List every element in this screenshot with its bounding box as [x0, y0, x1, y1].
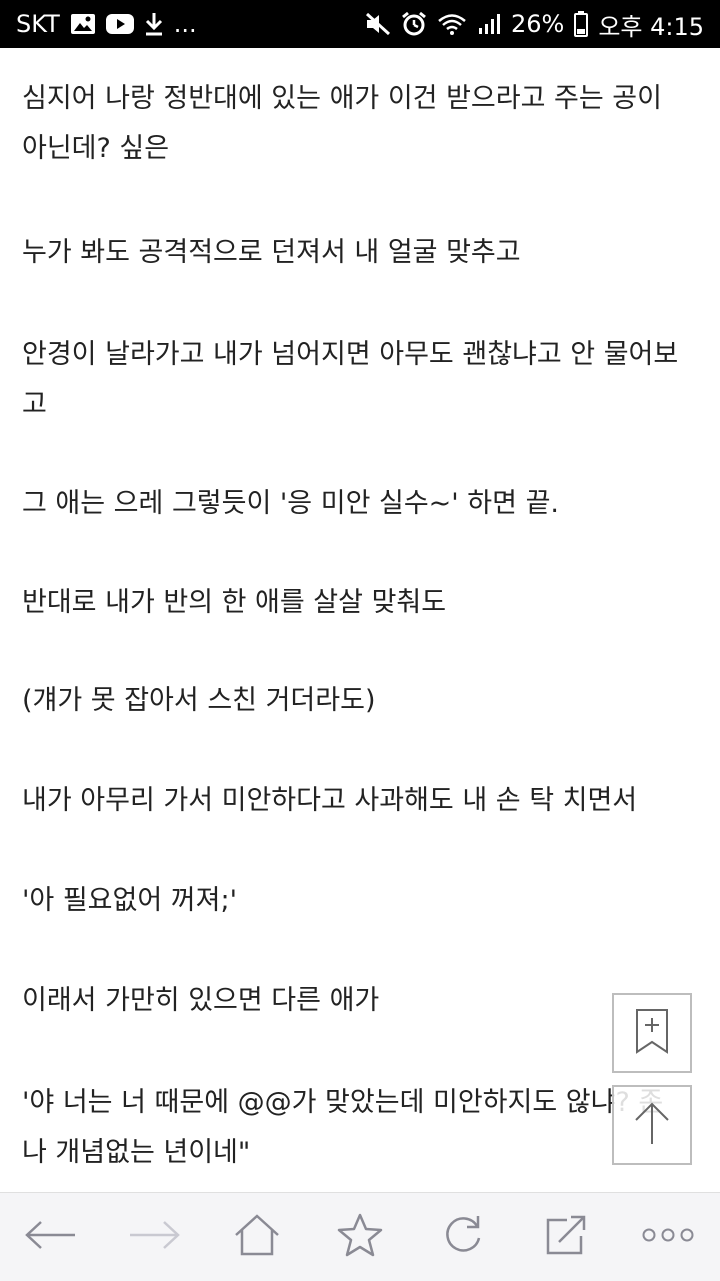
paragraph: '야 너는 너 때문에 @@가 맞았는데 미안하지도 않냐? 존 나 개념없는 …: [22, 1087, 663, 1168]
paragraph: 반대로 내가 반의 한 애를 살살 맞춰도: [22, 587, 447, 618]
browser-toolbar: [0, 1192, 720, 1281]
bookmark-add-icon: [634, 1008, 670, 1058]
share-icon: [545, 1214, 587, 1260]
paragraph: 안경이 날라가고 내가 넘어지면 아무도 괜찮냐고 안 물어보 고: [22, 339, 679, 420]
wifi-icon: [437, 12, 467, 36]
scroll-top-button[interactable]: [612, 1085, 692, 1165]
star-icon: [337, 1213, 383, 1261]
battery-icon: [574, 11, 589, 37]
share-button[interactable]: [536, 1207, 596, 1267]
paragraph: '아 필요없어 꺼져;': [22, 885, 237, 916]
youtube-icon: [105, 14, 134, 34]
add-bookmark-button[interactable]: [612, 993, 692, 1073]
arrow-up-icon: [632, 1100, 672, 1150]
forward-arrow-icon: [128, 1220, 181, 1254]
mute-icon: [365, 12, 391, 36]
favorites-button[interactable]: [330, 1207, 390, 1267]
paragraph: 그 애는 으레 그렇듯이 '응 미안 실수~' 하면 끝.: [22, 488, 559, 519]
refresh-icon: [442, 1214, 484, 1260]
paragraph: 내가 아무리 가서 미안하다고 사과해도 내 손 탁 치면서: [22, 785, 638, 816]
battery-percent: 26%: [510, 10, 565, 38]
download-icon: [144, 12, 164, 36]
forward-button[interactable]: [124, 1207, 184, 1267]
status-bar-right: 26% 오후 4:15: [365, 7, 704, 42]
carrier-label: SKT: [16, 10, 60, 38]
signal-icon: [477, 12, 501, 36]
home-button[interactable]: [227, 1207, 287, 1267]
more-icon: [641, 1227, 695, 1247]
paragraph: 누가 봐도 공격적으로 던져서 내 얼굴 맞추고: [22, 237, 521, 268]
refresh-button[interactable]: [433, 1207, 493, 1267]
paragraph: (걔가 못 잡아서 스친 거더라도): [22, 685, 376, 716]
gallery-icon: [70, 13, 96, 35]
back-button[interactable]: [21, 1207, 81, 1267]
status-bar-left: SKT ...: [16, 10, 197, 38]
home-icon: [233, 1213, 281, 1261]
clock: 오후 4:15: [598, 12, 704, 41]
more-notifications: ...: [173, 10, 197, 38]
paragraph: 심지어 나랑 정반대에 있는 애가 이건 받으라고 주는 공이 아닌데? 싶은: [22, 83, 662, 164]
alarm-icon: [401, 11, 427, 37]
paragraph: 이래서 가만히 있으면 다른 애가: [22, 985, 380, 1016]
back-arrow-icon: [25, 1220, 77, 1254]
more-menu-button[interactable]: [638, 1207, 698, 1267]
status-bar: SKT ... 26% 오후 4:15: [0, 0, 720, 48]
